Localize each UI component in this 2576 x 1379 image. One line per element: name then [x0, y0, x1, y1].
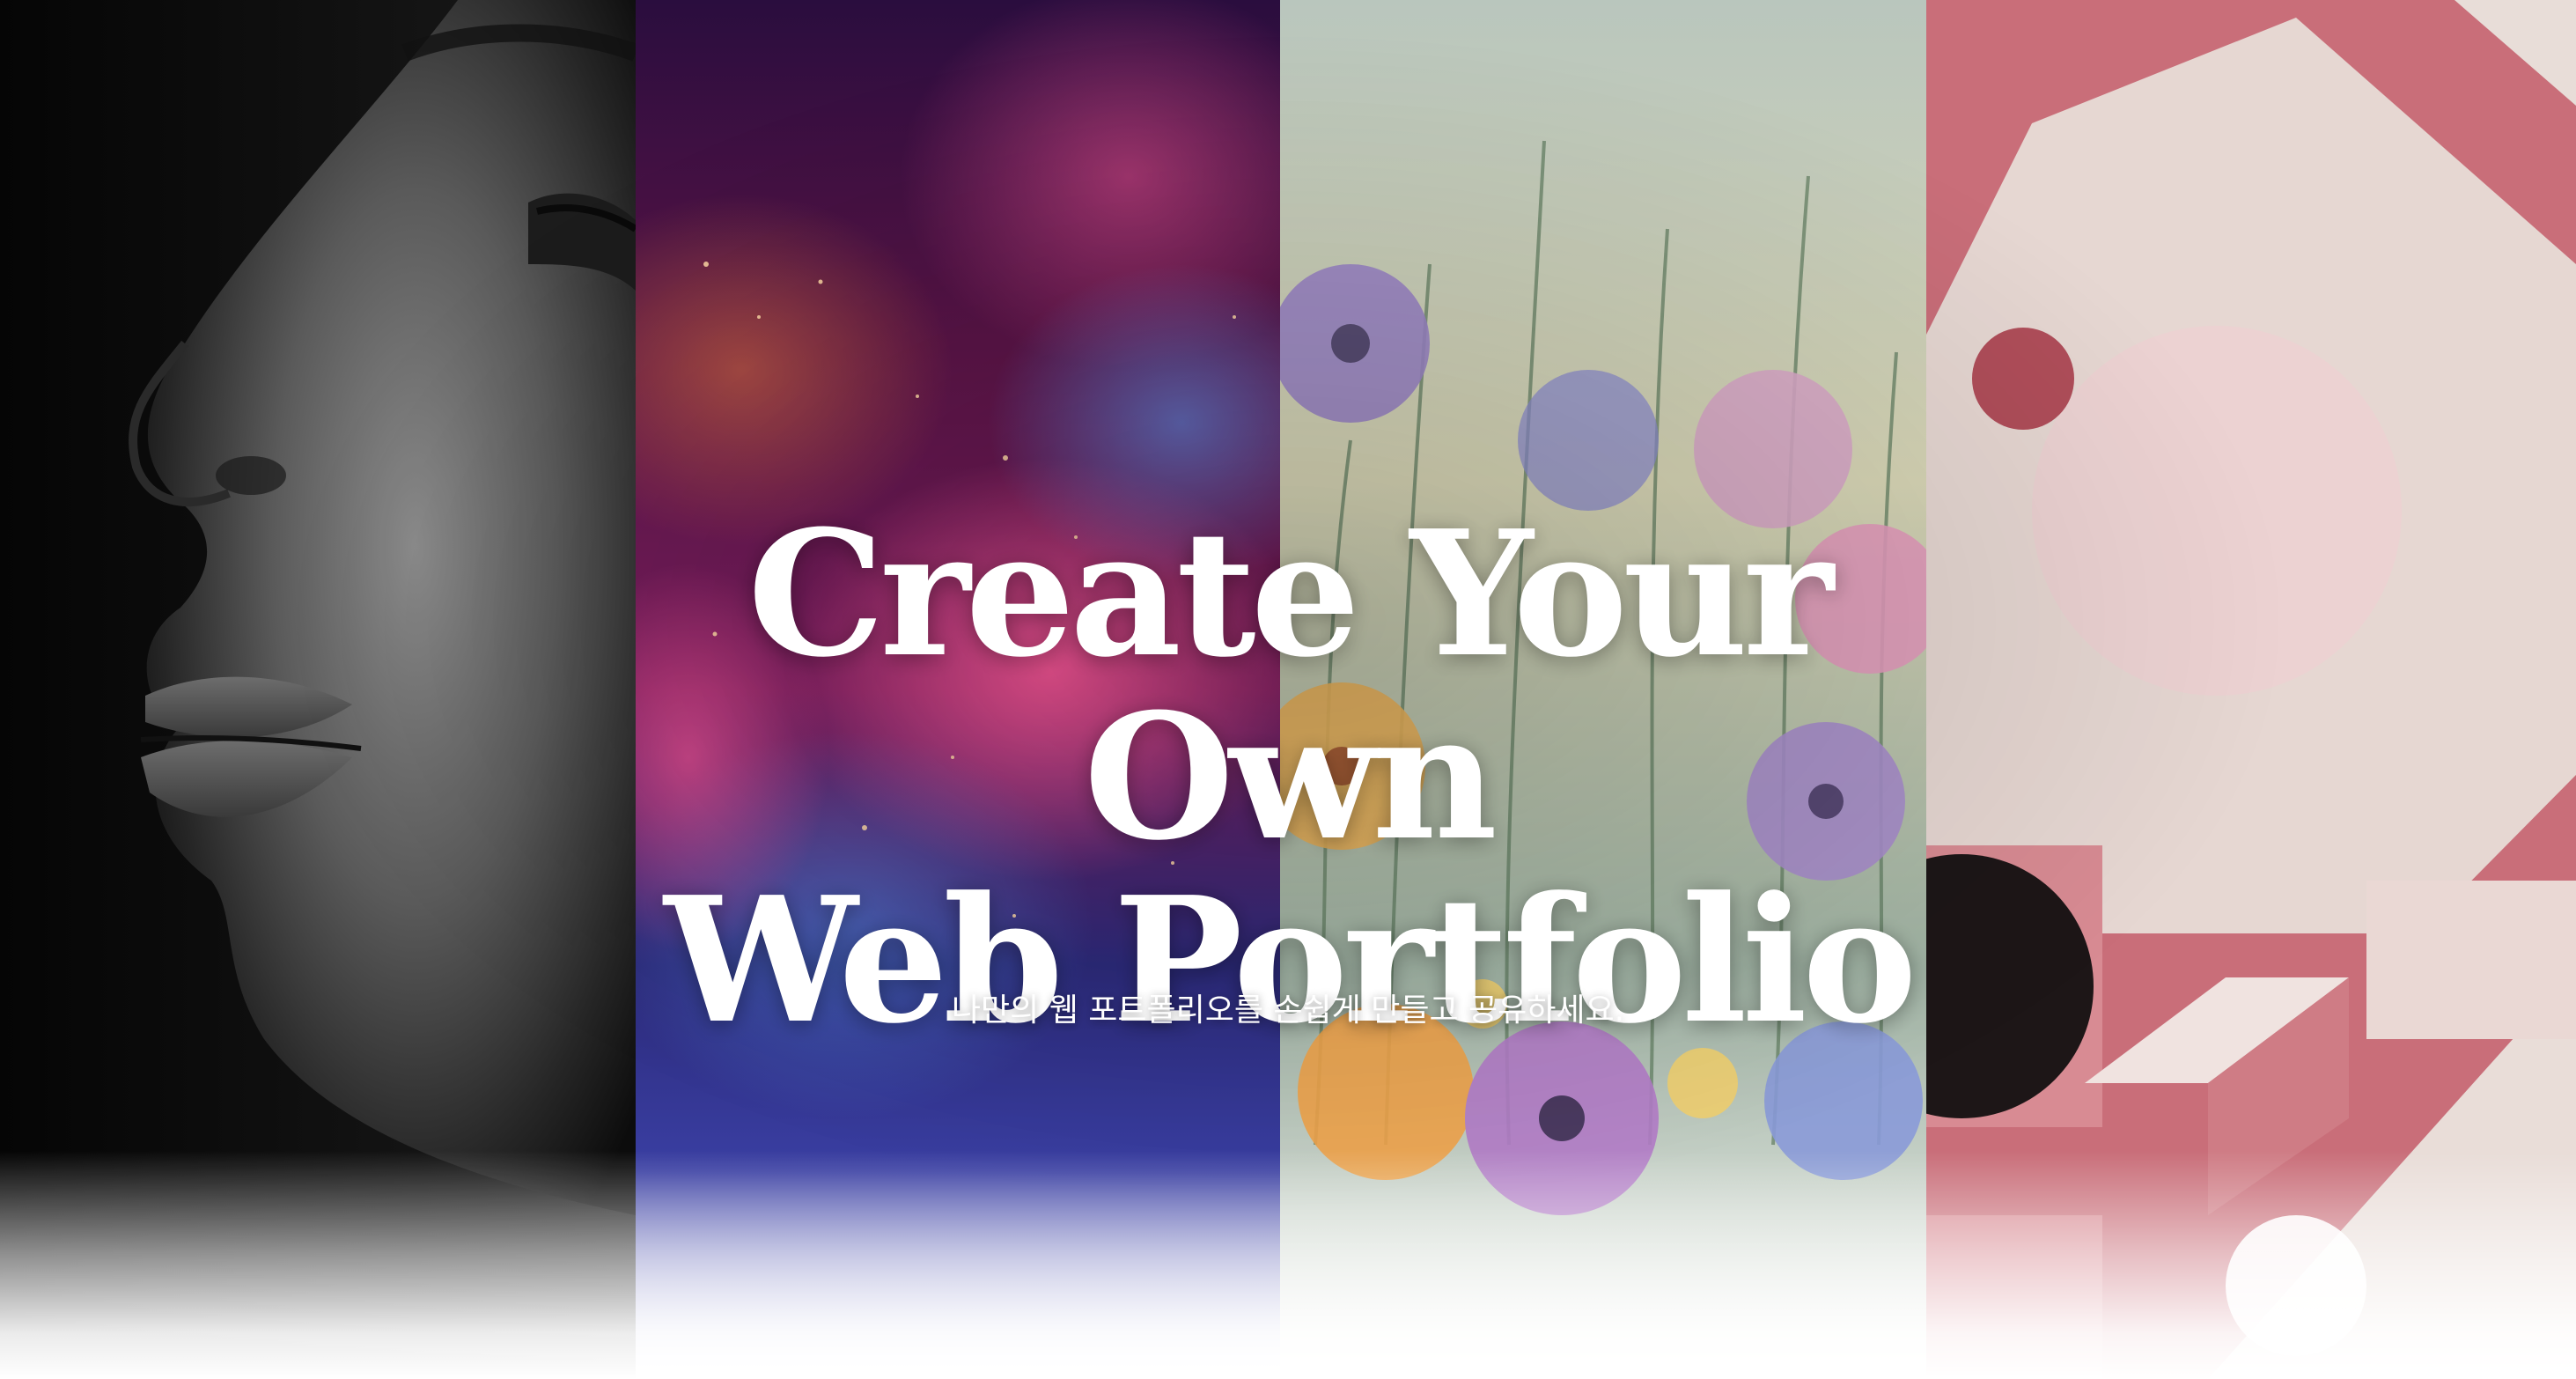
hero-headline: Create Your Own Web Portfolio	[0, 503, 2576, 1052]
headline-line-2: Own	[1084, 676, 1498, 880]
hero-section: Create Your Own Web Portfolio 나만의 웹 포트폴리…	[0, 0, 2576, 1379]
hero-subtitle: 나만의 웹 포트폴리오를 손쉽게 만들고 공유하세요.	[951, 992, 1625, 1029]
headline-line-1: Create Your	[747, 493, 1834, 697]
